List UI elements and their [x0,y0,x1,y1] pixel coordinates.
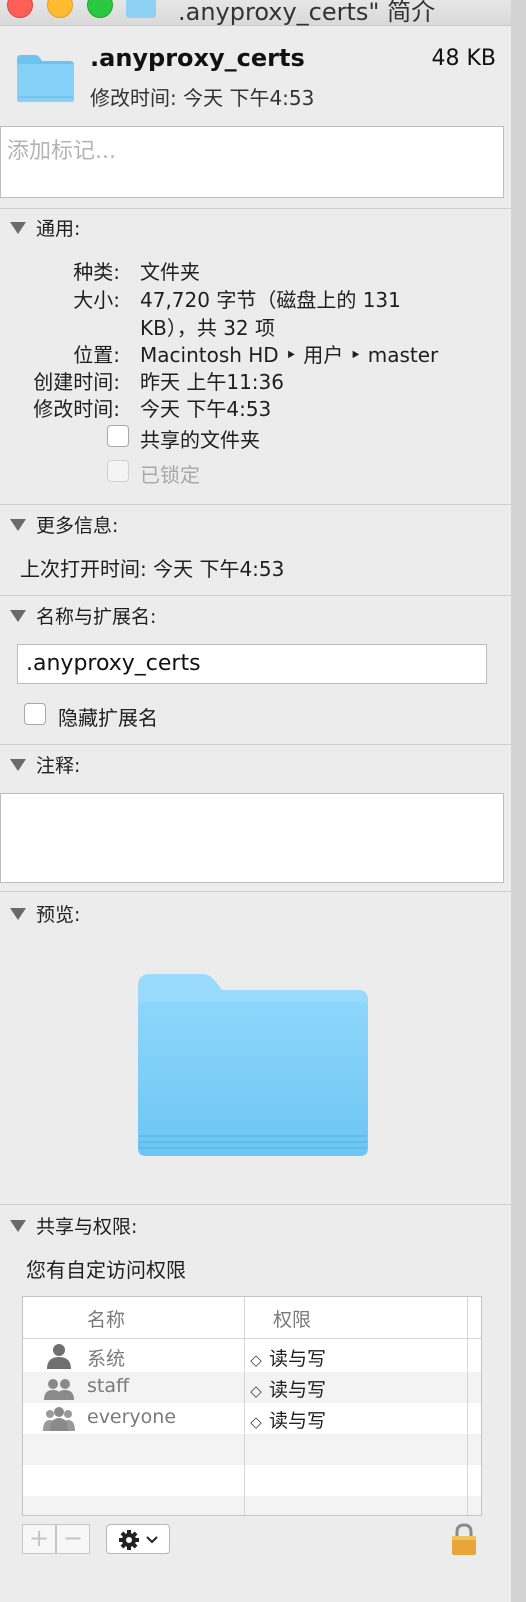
lock-icon[interactable] [450,1522,478,1556]
tags-input[interactable]: 添加标记... [0,126,504,198]
divider [0,1204,526,1205]
general-section-header[interactable]: 通用: [10,214,80,241]
privilege-popup[interactable]: ◇ 读与写 [249,1344,326,1371]
divider [0,208,526,209]
name-ext-section-title: 名称与扩展名: [36,606,157,628]
locked-checkbox [107,460,129,482]
title-bar: .anyproxy_certs" 简介 [0,0,526,26]
table-row[interactable]: staff ◇ 读与写 [23,1372,481,1403]
minimize-button[interactable] [47,0,73,18]
size-value-line1: 47,720 字节（磁盘上的 131 [140,288,401,312]
privilege-value: 读与写 [269,1410,327,1432]
disclosure-triangle-icon[interactable] [10,1219,26,1232]
divider [0,504,526,505]
divider [0,744,526,745]
where-row: 位置: Macintosh HD ‣ 用户 ‣ master [0,339,510,367]
column-header-privilege[interactable]: 权限 [273,1305,311,1332]
name-input[interactable]: .anyproxy_certs [17,644,487,684]
preview-section-header[interactable]: 预览: [10,900,80,927]
modified-summary: 修改时间: 今天 下午4:53 [90,86,315,110]
table-header: 名称 权限 [23,1297,481,1339]
divider [0,891,526,892]
kind-value: 文件夹 [140,260,200,284]
close-button[interactable] [7,0,33,18]
title-folder-icon [126,0,156,18]
disclosure-triangle-icon[interactable] [10,221,26,234]
permission-name: everyone [87,1406,177,1428]
file-name: .anyproxy_certs [90,44,305,72]
table-row[interactable]: 系统 ◇ 读与写 [23,1341,481,1372]
privilege-popup[interactable]: ◇ 读与写 [249,1406,326,1433]
kind-label: 种类: [73,260,120,284]
privilege-popup[interactable]: ◇ 读与写 [249,1375,326,1402]
hide-extension-checkbox[interactable] [24,703,46,725]
more-info-section-title: 更多信息: [36,515,119,537]
modified-label: 修改时间: [33,397,120,421]
size-row: 大小: 47,720 字节（磁盘上的 131 [0,284,510,312]
size-row-cont: KB），共 32 项 [0,312,510,340]
tags-placeholder: 添加标记... [7,139,116,164]
permissions-section-header[interactable]: 共享与权限: [10,1212,137,1239]
locked-label: 已锁定 [140,463,200,487]
stepper-icon: ◇ [250,1382,262,1400]
size-label: 大小: [73,288,120,312]
hide-extension-label: 隐藏扩展名 [58,706,158,730]
add-user-button[interactable]: + [22,1524,56,1554]
disclosure-triangle-icon[interactable] [10,609,26,622]
column-separator [467,1297,468,1515]
size-value-line2: KB），共 32 项 [140,316,275,340]
where-value: Macintosh HD ‣ 用户 ‣ master [140,343,439,367]
permissions-table: 名称 权限 系统 ◇ 读与写 staff ◇ 读与写 everyone ◇ 读与… [22,1296,482,1516]
created-value: 昨天 上午11:36 [140,370,284,394]
disclosure-triangle-icon[interactable] [10,758,26,771]
comments-section-title: 注释: [36,755,81,777]
permission-name: 系统 [87,1348,126,1370]
created-label: 创建时间: [33,370,120,394]
file-size: 48 KB [431,46,496,71]
permissions-section-title: 共享与权限: [36,1216,138,1238]
stepper-icon: ◇ [250,1413,262,1431]
comments-section-header[interactable]: 注释: [10,751,80,778]
single-user-icon [47,1344,71,1369]
table-row-empty [23,1496,481,1515]
group-icon [44,1379,74,1400]
everyone-icon [43,1407,75,1431]
modified-row: 修改时间: 今天 下午4:53 [0,393,510,421]
window-title: .anyproxy_certs" 简介 [178,0,436,26]
privilege-value: 读与写 [269,1379,327,1401]
shared-folder-label: 共享的文件夹 [140,428,260,452]
where-label: 位置: [73,343,120,367]
modified-value: 今天 下午4:53 [140,397,272,421]
shared-folder-checkbox[interactable] [107,425,129,447]
stepper-icon: ◇ [250,1351,262,1369]
zoom-button[interactable] [87,0,113,18]
remove-user-button[interactable]: − [56,1524,90,1554]
preview-section-title: 预览: [36,904,81,926]
more-info-section-header[interactable]: 更多信息: [10,511,118,538]
column-header-name[interactable]: 名称 [87,1305,125,1332]
created-row: 创建时间: 昨天 上午11:36 [0,366,510,394]
table-row[interactable]: everyone ◇ 读与写 [23,1403,481,1434]
privilege-value: 读与写 [269,1348,327,1370]
permissions-note: 您有自定访问权限 [26,1258,186,1282]
permission-name: staff [87,1375,130,1397]
table-row-empty [23,1434,481,1465]
column-separator [244,1297,245,1515]
disclosure-triangle-icon[interactable] [10,907,26,920]
divider [0,595,526,596]
gear-icon [119,1530,158,1550]
background-window-edge [511,0,526,1602]
action-menu-button[interactable] [106,1524,170,1554]
disclosure-triangle-icon[interactable] [10,518,26,531]
folder-icon [17,55,74,102]
comments-textarea[interactable] [0,793,504,883]
name-ext-section-header[interactable]: 名称与扩展名: [10,602,156,629]
kind-row: 种类: 文件夹 [0,256,510,284]
general-section-title: 通用: [36,218,81,240]
last-opened: 上次打开时间: 今天 下午4:53 [20,557,285,581]
folder-preview-icon [138,974,368,1156]
info-window: .anyproxy_certs" 简介 .anyproxy_certs 48 K… [0,0,526,1602]
